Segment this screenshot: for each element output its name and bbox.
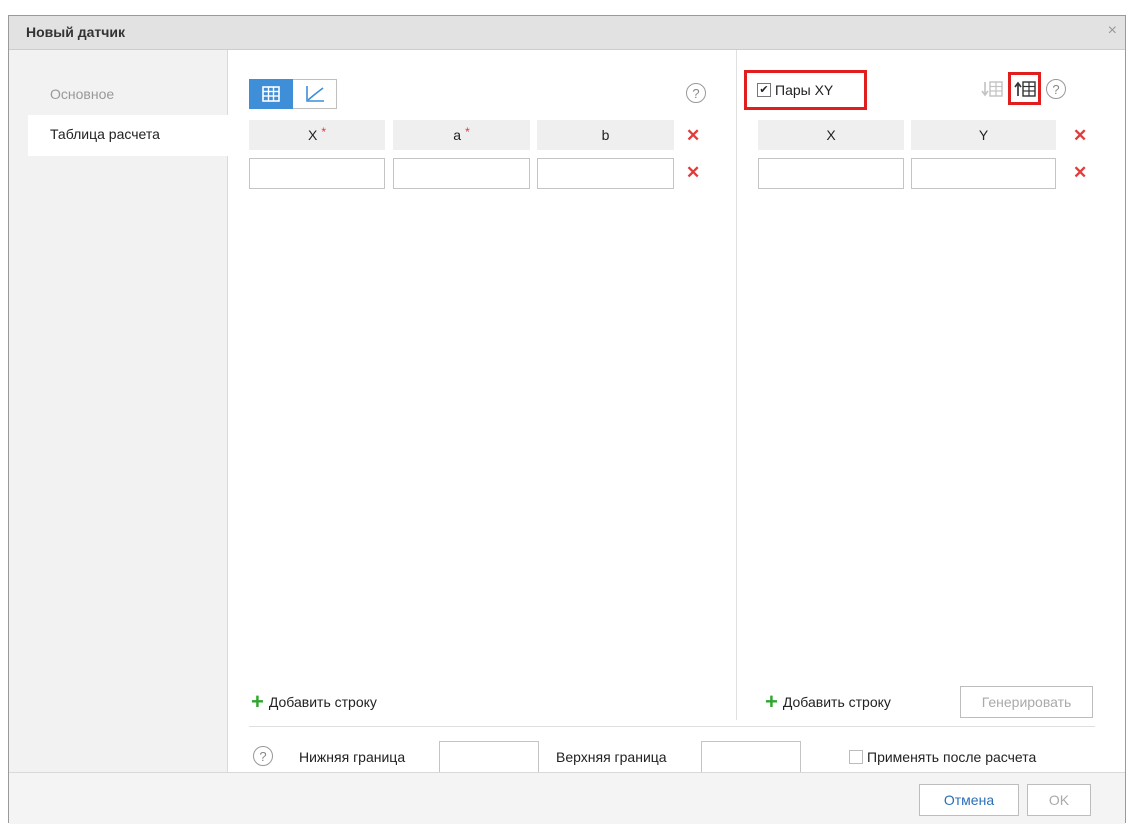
column-header-b: b bbox=[537, 120, 674, 150]
column-label: X bbox=[307, 127, 318, 143]
checkbox-checked-icon: ✔ bbox=[757, 83, 771, 97]
graph-mode-button[interactable] bbox=[293, 79, 337, 109]
plus-icon: + bbox=[765, 689, 778, 714]
column-header-a: a * bbox=[393, 120, 530, 150]
lower-bound-label: Нижняя граница bbox=[299, 749, 406, 765]
cell-a-input[interactable] bbox=[393, 158, 530, 189]
close-icon[interactable]: × bbox=[1108, 22, 1117, 40]
sidebar-item-main[interactable]: Основное bbox=[28, 75, 228, 116]
insert-row-above-icon bbox=[1013, 80, 1036, 97]
generate-button[interactable]: Генерировать bbox=[960, 686, 1093, 718]
lower-bound-input[interactable] bbox=[439, 741, 539, 773]
cell-y-input[interactable] bbox=[911, 158, 1056, 189]
xy-pairs-checkbox[interactable]: ✔ Пары XY bbox=[744, 70, 867, 110]
calc-table-help-icon[interactable]: ? bbox=[686, 83, 706, 103]
add-row-label: Добавить строку bbox=[782, 694, 891, 710]
add-row-label: Добавить строку bbox=[268, 694, 377, 710]
delete-column-icon[interactable]: ✕ bbox=[1073, 127, 1087, 144]
dialog-title: Новый датчик bbox=[26, 24, 125, 40]
content-area: ? X * a * b ✕ ✕ + Добавить строку ✔ Пары… bbox=[229, 50, 1125, 774]
xy-pairs-panel: ✔ Пары XY ? X Y ✕ ✕ + Добавить строку Ге… bbox=[736, 50, 1104, 720]
column-header-x: X bbox=[758, 120, 904, 150]
insert-row-above-button[interactable] bbox=[1008, 72, 1041, 105]
cancel-button[interactable]: Отмена bbox=[919, 784, 1019, 816]
sidebar: Основное Таблица расчета bbox=[9, 50, 228, 772]
required-mark: * bbox=[465, 125, 470, 139]
xy-pairs-help-icon[interactable]: ? bbox=[1046, 79, 1066, 99]
sidebar-item-label: Основное bbox=[50, 86, 115, 102]
table-icon bbox=[262, 86, 280, 102]
plus-icon: + bbox=[251, 689, 264, 714]
column-label: X bbox=[826, 127, 836, 143]
divider bbox=[249, 726, 1095, 727]
sidebar-item-calc-table[interactable]: Таблица расчета bbox=[28, 115, 228, 156]
delete-row-icon[interactable]: ✕ bbox=[1073, 164, 1087, 181]
cell-x-input[interactable] bbox=[249, 158, 385, 189]
delete-column-icon[interactable]: ✕ bbox=[686, 127, 700, 144]
checkbox-unchecked-icon bbox=[849, 750, 863, 764]
column-header-x: X * bbox=[249, 120, 385, 150]
cell-b-input[interactable] bbox=[537, 158, 674, 189]
column-label: a bbox=[453, 127, 462, 143]
delete-row-icon[interactable]: ✕ bbox=[686, 164, 700, 181]
column-header-y: Y bbox=[911, 120, 1056, 150]
sidebar-item-label: Таблица расчета bbox=[50, 126, 160, 142]
table-mode-button[interactable] bbox=[249, 79, 293, 109]
ok-button[interactable]: OK bbox=[1027, 784, 1091, 816]
insert-row-below-icon bbox=[981, 81, 1003, 97]
new-sensor-dialog: Новый датчик × Основное Таблица расчета bbox=[8, 15, 1126, 824]
xy-pairs-label: Пары XY bbox=[775, 82, 834, 98]
dialog-titlebar: Новый датчик × bbox=[9, 16, 1125, 50]
column-label: b bbox=[601, 127, 610, 143]
upper-bound-input[interactable] bbox=[701, 741, 801, 773]
bounds-row: ? Нижняя граница Верхняя граница Применя… bbox=[249, 740, 1109, 774]
graph-icon bbox=[305, 86, 324, 102]
add-row-button[interactable]: + Добавить строку bbox=[251, 691, 377, 713]
cell-x-input[interactable] bbox=[758, 158, 904, 189]
bounds-help-icon[interactable]: ? bbox=[253, 746, 273, 766]
required-mark: * bbox=[321, 125, 326, 139]
insert-row-below-button[interactable] bbox=[977, 74, 1007, 104]
apply-after-calc-label: Применять после расчета bbox=[867, 749, 1037, 765]
upper-bound-label: Верхняя граница bbox=[556, 749, 667, 765]
column-label: Y bbox=[978, 127, 989, 143]
dialog-footer: Отмена OK bbox=[9, 772, 1125, 824]
calc-table-panel: ? X * a * b ✕ ✕ + Добавить строку bbox=[249, 50, 739, 720]
view-mode-switch bbox=[249, 79, 337, 109]
add-row-button[interactable]: + Добавить строку bbox=[765, 691, 891, 713]
apply-after-calc-checkbox[interactable]: Применять после расчета bbox=[849, 749, 1036, 765]
